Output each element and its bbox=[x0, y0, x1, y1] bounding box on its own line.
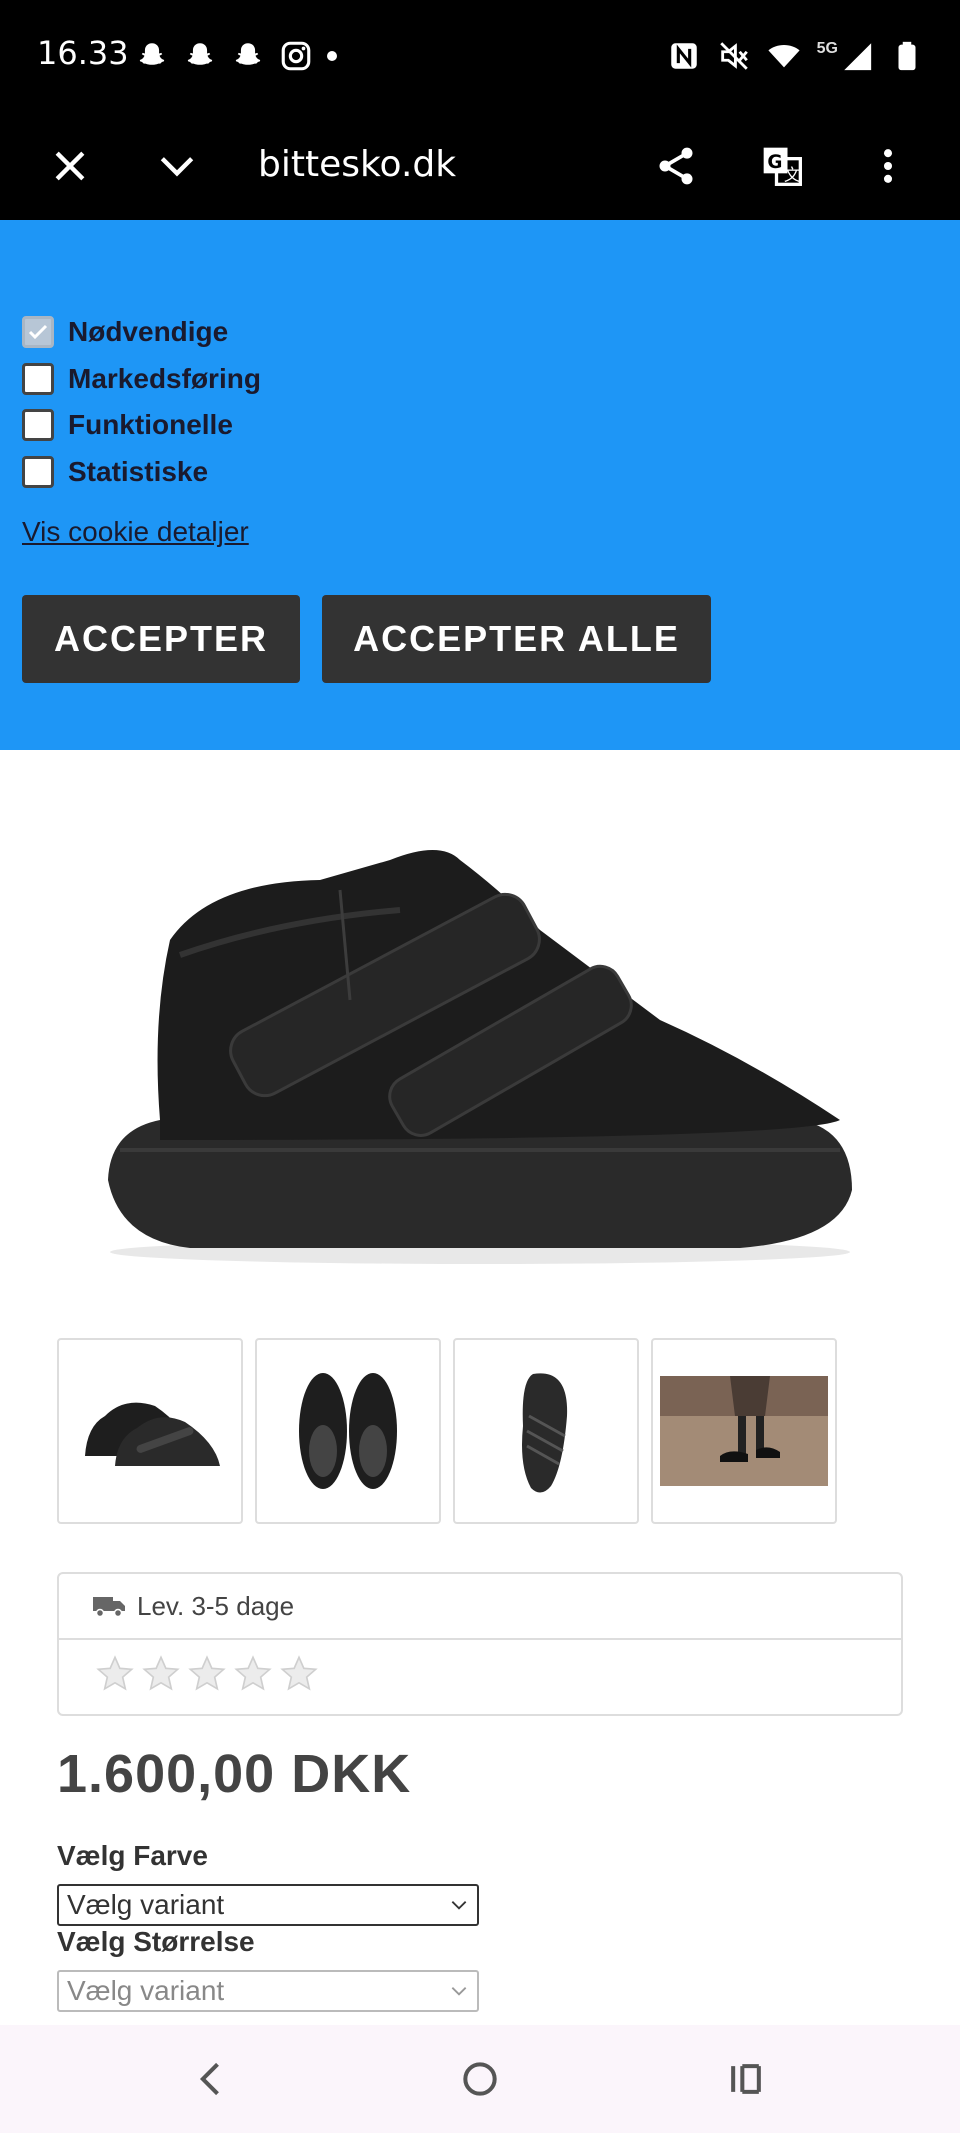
share-icon bbox=[659, 147, 693, 185]
recents-button[interactable] bbox=[720, 2053, 772, 2105]
thumbnail-pair-side[interactable] bbox=[57, 1338, 243, 1524]
svg-text:G: G bbox=[767, 152, 782, 173]
rating-stars[interactable] bbox=[59, 1654, 901, 1694]
cookie-option-label: Nødvendige bbox=[68, 316, 229, 347]
size-select-value: Vælg variant bbox=[67, 1975, 225, 2006]
product-main-image[interactable] bbox=[100, 820, 860, 1270]
snapchat-icon bbox=[183, 39, 217, 73]
cookie-option-functional[interactable]: Funktionelle bbox=[22, 405, 233, 445]
checkmark-icon bbox=[28, 324, 48, 340]
chevron-down-icon bbox=[451, 1987, 467, 1996]
cookie-option-necessary[interactable]: Nødvendige bbox=[22, 312, 228, 352]
shoe-image bbox=[108, 850, 852, 1264]
checkbox-functional[interactable] bbox=[22, 409, 54, 441]
back-button[interactable] bbox=[186, 2053, 238, 2105]
browser-toolbar: bittesko.dk G文 bbox=[0, 110, 960, 220]
accept-button[interactable]: ACCEPTER bbox=[22, 595, 300, 683]
shoe-top-image bbox=[299, 1373, 397, 1489]
price-currency: DKK bbox=[291, 1744, 412, 1804]
star-icon[interactable] bbox=[187, 1654, 227, 1694]
star-icon[interactable] bbox=[233, 1654, 273, 1694]
system-icons: 5G bbox=[667, 38, 924, 74]
cookie-option-statistics[interactable]: Statistiske bbox=[22, 452, 208, 492]
price-amount: 1.600,00 bbox=[57, 1744, 276, 1804]
color-select[interactable]: Vælg variant bbox=[57, 1884, 479, 1926]
system-nav-bar bbox=[0, 2025, 960, 2133]
thumbnail-strip bbox=[57, 1338, 837, 1524]
snapchat-icon bbox=[135, 39, 169, 73]
url-text[interactable]: bittesko.dk bbox=[258, 144, 456, 185]
checkbox-statistics[interactable] bbox=[22, 456, 54, 488]
truck-icon bbox=[93, 1597, 125, 1617]
status-time: 16.33 bbox=[37, 34, 129, 72]
snapchat-icon bbox=[231, 39, 265, 73]
battery-icon bbox=[890, 39, 924, 73]
size-select[interactable]: Vælg variant bbox=[57, 1970, 479, 2012]
cookie-option-label: Statistiske bbox=[68, 456, 209, 487]
cookie-details-link[interactable]: Vis cookie detaljer bbox=[22, 516, 249, 548]
status-bar: 16.33 5G bbox=[0, 0, 960, 110]
star-icon[interactable] bbox=[141, 1654, 181, 1694]
chevron-down-icon bbox=[451, 1901, 467, 1910]
cookie-option-marketing[interactable]: Markedsføring bbox=[22, 359, 261, 399]
close-button[interactable] bbox=[34, 130, 106, 202]
dot-icon bbox=[327, 51, 337, 61]
network-type: 5G bbox=[816, 40, 838, 57]
shoe-sole-image bbox=[522, 1373, 568, 1493]
color-select-value: Vælg variant bbox=[67, 1889, 225, 1920]
close-icon bbox=[55, 151, 85, 181]
delivery-info: Lev. 3-5 dage bbox=[59, 1574, 901, 1640]
product-info-box: Lev. 3-5 dage bbox=[57, 1572, 903, 1716]
checkbox-necessary[interactable] bbox=[22, 316, 54, 348]
cookie-option-label: Markedsføring bbox=[68, 363, 261, 394]
color-label: Vælg Farve bbox=[57, 1840, 208, 1871]
mute-icon bbox=[717, 39, 751, 73]
accept-all-button[interactable]: ACCEPTER ALLE bbox=[322, 595, 711, 683]
cookie-option-label: Funktionelle bbox=[68, 409, 233, 440]
svg-text:文: 文 bbox=[784, 166, 801, 185]
thumbnail-sole[interactable] bbox=[453, 1338, 639, 1524]
home-button[interactable] bbox=[454, 2053, 506, 2105]
translate-icon: G文 bbox=[763, 147, 802, 186]
star-icon[interactable] bbox=[279, 1654, 319, 1694]
product-price: 1.600,00 DKK bbox=[57, 1743, 411, 1805]
notification-icons bbox=[135, 38, 337, 74]
nfc-icon bbox=[667, 39, 701, 73]
more-options-button[interactable] bbox=[852, 130, 924, 202]
more-icon bbox=[883, 149, 893, 183]
shoe-pair-image bbox=[85, 1402, 220, 1466]
home-icon bbox=[463, 2062, 497, 2096]
minimize-button[interactable] bbox=[141, 130, 213, 202]
checkbox-marketing[interactable] bbox=[22, 363, 54, 395]
thumbnail-lifestyle[interactable] bbox=[651, 1338, 837, 1524]
translate-button[interactable]: G文 bbox=[746, 130, 818, 202]
delivery-text: Lev. 3-5 dage bbox=[137, 1590, 295, 1621]
thumbnail-pair-top[interactable] bbox=[255, 1338, 441, 1524]
instagram-icon bbox=[279, 39, 313, 73]
recents-icon bbox=[731, 2064, 761, 2094]
signal-icon bbox=[840, 39, 874, 73]
cookie-banner: Nødvendige Markedsføring Funktionelle St… bbox=[0, 220, 960, 750]
star-icon[interactable] bbox=[95, 1654, 135, 1694]
size-label: Vælg Størrelse bbox=[57, 1926, 255, 1957]
chevron-down-icon bbox=[160, 157, 194, 177]
wifi-icon bbox=[767, 39, 801, 73]
back-icon bbox=[199, 2062, 219, 2096]
lifestyle-photo-image bbox=[660, 1376, 828, 1486]
share-button[interactable] bbox=[640, 130, 712, 202]
